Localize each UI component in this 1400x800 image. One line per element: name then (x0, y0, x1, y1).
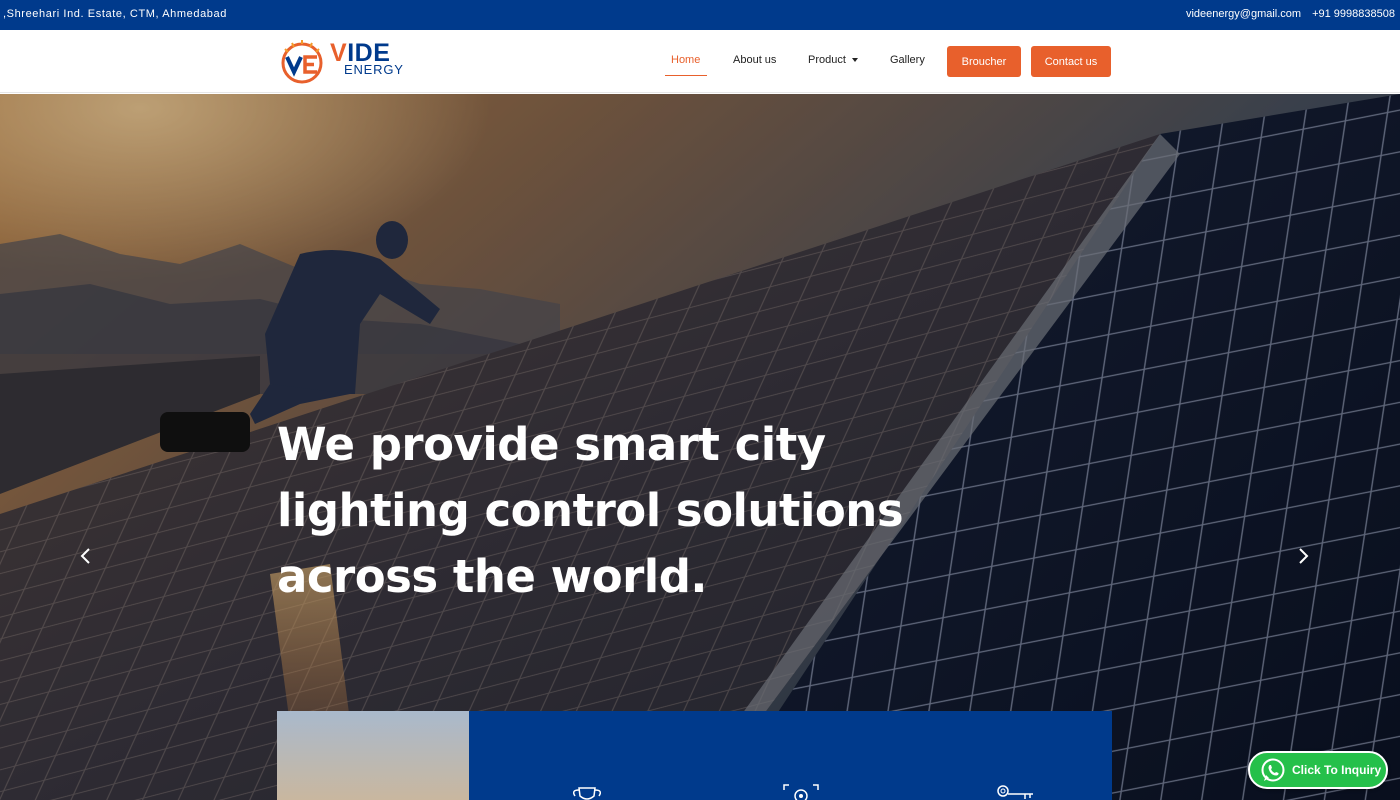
hero-slider: We provide smart city lighting control s… (0, 94, 1400, 800)
nav-item-about[interactable]: About us (733, 54, 776, 66)
key-icon (997, 785, 1033, 799)
hero-headline: We provide smart city lighting control s… (277, 418, 904, 603)
trophy-icon (572, 787, 602, 800)
whatsapp-inquiry-button[interactable]: Click To Inquiry (1248, 751, 1388, 789)
chevron-left-icon[interactable] (76, 546, 96, 566)
nav-item-product-label: Product (808, 54, 846, 66)
whatsapp-icon (1261, 758, 1285, 782)
nav-item-home[interactable]: Home (671, 54, 700, 66)
email-link[interactable]: videenergy@gmail.com (1186, 8, 1301, 20)
chevron-right-icon[interactable] (1293, 546, 1313, 566)
contact-us-button[interactable]: Contact us (1031, 46, 1111, 77)
caret-down-icon (851, 58, 858, 63)
main-nav: Home About us Product Gallery Broucher C… (0, 46, 1400, 78)
nav-item-product[interactable]: Product (808, 54, 858, 66)
contact-info: videenergy@gmail.com +91 9998838508 (1186, 8, 1395, 20)
target-icon (783, 784, 819, 800)
broucher-button[interactable]: Broucher (947, 46, 1021, 77)
feature-image (277, 711, 469, 800)
phone-link[interactable]: +91 9998838508 (1312, 8, 1395, 20)
active-underline (665, 75, 707, 76)
top-info-bar: ,Shreehari Ind. Estate, CTM, Ahmedabad v… (0, 0, 1400, 30)
whatsapp-label: Click To Inquiry (1292, 763, 1382, 777)
address-text: ,Shreehari Ind. Estate, CTM, Ahmedabad (3, 8, 227, 20)
nav-item-gallery[interactable]: Gallery (890, 54, 925, 66)
site-header: VIDE ENERGY Home About us Product Galler… (0, 30, 1400, 93)
